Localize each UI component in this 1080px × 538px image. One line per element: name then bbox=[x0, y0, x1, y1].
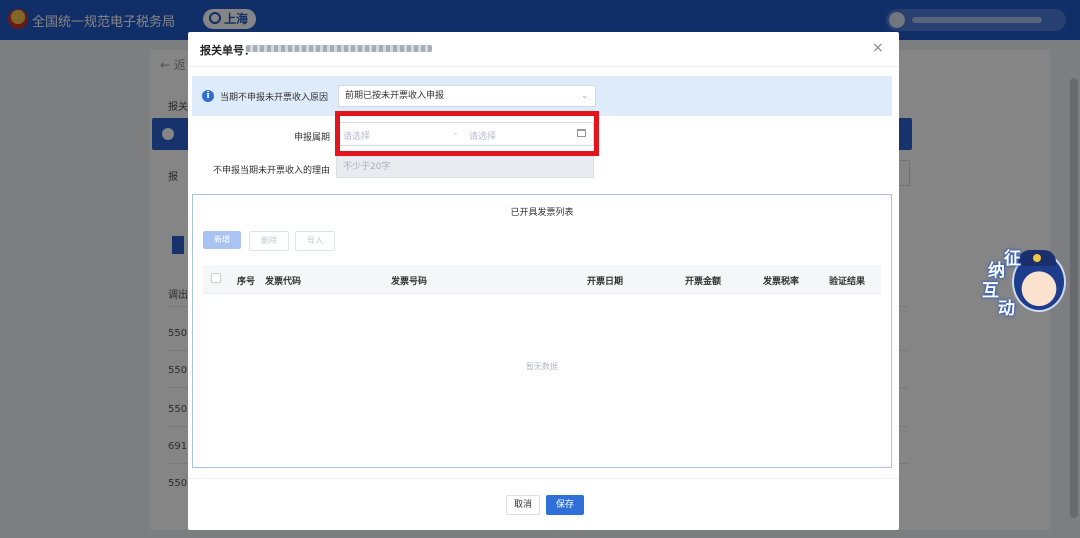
mascot-badge-icon bbox=[1033, 254, 1041, 262]
mascot-char: 动 bbox=[998, 299, 1015, 319]
no-declare-reason-input[interactable]: 不少于20字 bbox=[336, 156, 594, 178]
mascot-char: 征 bbox=[1004, 249, 1021, 269]
info-icon: i bbox=[202, 90, 214, 102]
cancel-button[interactable]: 取消 bbox=[506, 495, 540, 515]
customs-declaration-dialog: 报关单号： × i 当期不申报未开票收入原因 前期已按未开票收入申报 ⌄ 申报属… bbox=[188, 32, 899, 530]
issued-invoice-list-panel: 已开具发票列表 新增 删除 导入 序号 发票代码 发票号码 开票日期 开票金额 … bbox=[192, 194, 892, 468]
column-header-index: 序号 bbox=[237, 277, 256, 287]
unbilled-reason-value: 前期已按未开票收入申报 bbox=[345, 91, 445, 101]
interaction-mascot[interactable]: 纳 征 互 动 bbox=[982, 246, 1068, 322]
empty-state-text: 暂无数据 bbox=[526, 362, 558, 371]
unbilled-reason-select[interactable]: 前期已按未开票收入申报 ⌄ bbox=[338, 85, 596, 107]
mascot-char: 互 bbox=[982, 281, 999, 301]
reason-info-bar: i 当期不申报未开票收入原因 前期已按未开票收入申报 ⌄ bbox=[192, 76, 892, 116]
column-header-invoice-code: 发票代码 bbox=[265, 277, 302, 287]
import-invoice-button[interactable]: 导入 bbox=[295, 231, 335, 251]
no-declare-reason-label: 不申报当期未开票收入的理由 bbox=[212, 166, 330, 176]
red-highlight-box bbox=[335, 111, 599, 156]
column-header-invoice-number: 发票号码 bbox=[391, 277, 428, 287]
chevron-down-icon: ⌄ bbox=[581, 91, 588, 100]
declaration-number-redacted bbox=[246, 45, 432, 52]
dialog-header: 报关单号： × bbox=[188, 32, 899, 67]
add-invoice-button[interactable]: 新增 bbox=[203, 231, 241, 249]
delete-invoice-button[interactable]: 删除 bbox=[249, 231, 289, 251]
dialog-footer: 取消 保存 bbox=[188, 478, 899, 531]
column-header-issue-date: 开票日期 bbox=[587, 277, 624, 287]
invoice-list-title: 已开具发票列表 bbox=[510, 208, 574, 218]
column-header-verify-result: 验证结果 bbox=[829, 277, 866, 287]
close-icon[interactable]: × bbox=[872, 40, 884, 56]
unbilled-reason-label: 当期不申报未开票收入原因 bbox=[220, 93, 329, 103]
select-all-checkbox[interactable] bbox=[211, 273, 221, 283]
column-header-amount: 开票金额 bbox=[685, 277, 722, 287]
invoice-table-header: 序号 发票代码 发票号码 开票日期 开票金额 发票税率 验证结果 bbox=[203, 265, 881, 294]
declaration-period-label: 申报属期 bbox=[293, 133, 330, 143]
column-header-tax-rate: 发票税率 bbox=[763, 277, 800, 287]
save-button[interactable]: 保存 bbox=[546, 495, 584, 515]
